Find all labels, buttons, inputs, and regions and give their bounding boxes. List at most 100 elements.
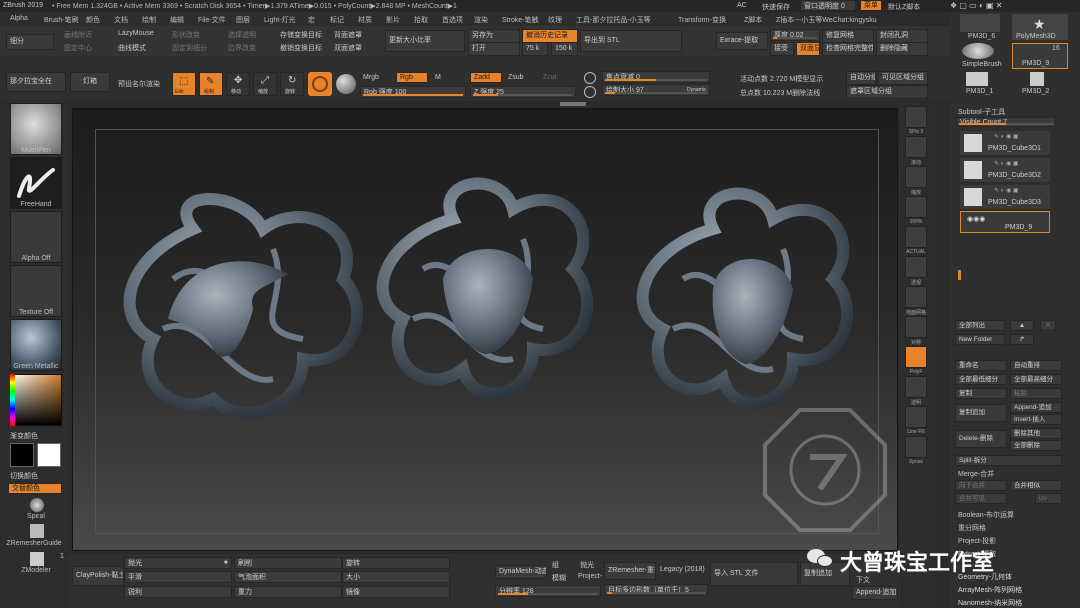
fix-mesh-button[interactable]: 修复网格	[822, 29, 874, 43]
sharpen-slider[interactable]: 锐利	[124, 586, 232, 598]
double-button[interactable]: 双面显	[796, 42, 820, 56]
paste-button[interactable]: 粘贴	[1010, 388, 1062, 399]
zmodeler-icon[interactable]	[30, 552, 44, 566]
transparency-slider[interactable]: 窗口透明度 0	[800, 0, 856, 11]
open-button[interactable]: 打开	[468, 42, 520, 56]
brush-preview-icon[interactable]	[308, 72, 332, 96]
rgb-button[interactable]: Rgb	[396, 72, 428, 83]
view-tool-button[interactable]	[905, 226, 927, 248]
view-tool-button[interactable]	[905, 316, 927, 338]
subdivide-button[interactable]: 细分	[6, 34, 54, 50]
visible-groups-button[interactable]: 可见区域分组	[878, 71, 928, 85]
strength-slider[interactable]: 重力	[234, 586, 342, 598]
store-morph-button[interactable]: 存储变换目标	[280, 30, 322, 40]
resolution-slider[interactable]: 分辨率 128	[495, 585, 601, 597]
mask-groups-button[interactable]: 遮罩区域分组	[846, 85, 928, 99]
project-toggle[interactable]: Project-	[578, 573, 602, 580]
curve-mode-button[interactable]: 曲线模式	[118, 43, 146, 53]
main-color-swatch[interactable]	[10, 443, 34, 467]
scale-mode-button[interactable]: ⤢ 缩放	[253, 72, 277, 96]
secondary-color-swatch[interactable]	[37, 443, 61, 467]
visibility-icon[interactable]: ✎ ◐ ◉ ▣	[994, 133, 1019, 140]
window-controls[interactable]: ❖ ▢ ▭ ◐ ▣ ✕	[950, 1, 1010, 11]
menu-item[interactable]: 图层	[236, 15, 250, 25]
switch-color-button[interactable]: 切换颜色	[10, 471, 38, 481]
accept-button[interactable]: 接受	[770, 42, 794, 56]
subtool-scrollbar[interactable]	[958, 270, 961, 280]
menu-item[interactable]: Transform-变换	[678, 15, 726, 25]
legacy-toggle[interactable]: Legacy (2018)	[660, 566, 705, 573]
zsub-button[interactable]: Zsub	[508, 74, 524, 81]
remesh-header[interactable]: 重分网格	[958, 523, 986, 533]
move-up-button[interactable]: ▲	[1010, 320, 1034, 331]
draw-size-slider[interactable]: 绘制大小 97 Dynamic	[602, 84, 710, 96]
delete-all-button[interactable]: 全部删除	[1010, 440, 1062, 451]
extract-button[interactable]: Exrace-提取	[716, 32, 768, 50]
quicksave-button[interactable]: 快速保存	[762, 2, 790, 12]
uv-button[interactable]: Uv	[1035, 493, 1062, 504]
blur-toggle[interactable]: 模糊	[552, 573, 566, 583]
menu-item[interactable]: Alpha	[10, 15, 28, 22]
new-folder-button[interactable]: New Folder	[955, 334, 1005, 345]
zadd-button[interactable]: Zadd	[470, 72, 502, 83]
polish-toggle[interactable]: 抛光	[580, 560, 594, 570]
menu-item[interactable]: Stroke-笔触	[502, 15, 539, 25]
view-tool-button[interactable]	[905, 196, 927, 218]
merge-visible-button[interactable]: 合并可见	[955, 493, 1007, 504]
color-picker[interactable]	[10, 374, 62, 426]
menu-item[interactable]: 编辑	[170, 15, 184, 25]
split-button[interactable]: Split-拆分	[955, 455, 1062, 466]
menu-item[interactable]: 渲染	[474, 15, 488, 25]
menu-item[interactable]: Light-灯光	[264, 15, 296, 25]
menu-item[interactable]: 颜色	[86, 15, 100, 25]
menu-item[interactable]: Z插本---小玉等WeChat:kingysku	[776, 15, 877, 25]
menu-item[interactable]: 影片	[386, 15, 400, 25]
m-button[interactable]: M	[435, 74, 441, 81]
polish-slider[interactable]: 抛光 ●	[124, 557, 232, 569]
flatten-slider[interactable]: 刷削	[234, 557, 342, 569]
zremesher-button[interactable]: ZRemesher-重拓	[604, 562, 656, 580]
menu-item[interactable]: File-文件	[198, 15, 226, 25]
all-low-button[interactable]: 全部最低细分	[955, 374, 1007, 385]
lazymouse-button[interactable]: LazyMouse	[118, 30, 154, 37]
subtool-row[interactable]: PM3D_Cube3D1 ✎ ◐ ◉ ▣	[960, 131, 1050, 156]
merge-header[interactable]: Merge-合并	[958, 469, 994, 479]
rename-button[interactable]: 重命名	[955, 360, 1007, 371]
mirror-slider[interactable]: 镜像	[342, 586, 450, 598]
delete-hidden-button[interactable]: 删除隐藏	[876, 42, 928, 56]
move-mode-button[interactable]: ✥ 移动	[226, 72, 250, 96]
delete-button[interactable]: Delete-删除	[955, 430, 1007, 448]
auto-group-button[interactable]: 自动分组	[846, 71, 876, 85]
zremesher-guide-icon[interactable]	[30, 524, 44, 538]
move-down-button[interactable]: ✕	[1040, 320, 1056, 331]
visibility-icon[interactable]: ✎ ◐ ◉ ▣	[994, 187, 1019, 194]
draw-mode-button[interactable]: ✎ 绘制	[199, 72, 223, 96]
simplebrush-thumb[interactable]	[962, 43, 994, 59]
target-poly-slider[interactable]: 目标多边形数（单位千）5	[604, 584, 708, 596]
menu-item[interactable]: 拾取	[414, 15, 428, 25]
folder-arrow-button[interactable]: ↱	[1010, 334, 1034, 345]
menu-item[interactable]: 材质	[358, 15, 372, 25]
menu-item[interactable]: 绘制	[142, 15, 156, 25]
pm3d2-thumb[interactable]	[1030, 72, 1044, 86]
arraymesh-header[interactable]: ArrayMesh-阵列网格	[958, 585, 1022, 595]
boolean-header[interactable]: Boolean-布尔运算	[958, 510, 1014, 520]
menu-button[interactable]: 菜单	[860, 0, 882, 11]
menu-item[interactable]: Z脚本	[744, 15, 762, 25]
view-tool-button[interactable]	[905, 256, 927, 278]
rotate-slider[interactable]: 旋转	[342, 557, 450, 569]
rotate-mode-button[interactable]: ↻ 旋转	[280, 72, 304, 96]
visible-count-slider[interactable]: Visible Count 7	[956, 117, 1056, 127]
size-slider[interactable]: 大小	[342, 571, 450, 583]
menu-item[interactable]: 标记	[330, 15, 344, 25]
save-as-button[interactable]: 另存为	[468, 29, 520, 43]
lightbox-button[interactable]: 灯箱	[70, 72, 110, 92]
list-all-button[interactable]: 全部列出	[955, 320, 1005, 331]
hue-strip[interactable]	[10, 374, 15, 426]
insert-button[interactable]: Insert-插入	[1010, 414, 1062, 425]
view-tool-button[interactable]	[905, 346, 927, 368]
view-tool-button[interactable]	[905, 136, 927, 158]
check-mesh-button[interactable]: 检查网格完整性	[822, 42, 874, 56]
merge-similar-button[interactable]: 合并相似	[1010, 480, 1062, 491]
del-morph-button[interactable]: 撤销变换目标	[280, 43, 322, 53]
